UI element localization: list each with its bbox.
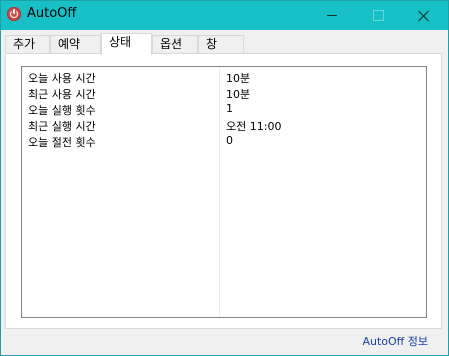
status-list[interactable]: 오늘 사용 시간 10분 최근 사용 시간 10분 오늘 실행 횟수 1 최근 … [21, 66, 427, 318]
status-label: 최근 실행 시간 [28, 120, 96, 133]
tab-schedule[interactable]: 예약 [50, 35, 101, 54]
about-link[interactable]: AutoOff 정보 [362, 333, 428, 349]
tab-status[interactable]: 상태 [101, 33, 152, 55]
status-panel: 오늘 사용 시간 10분 최근 사용 시간 10분 오늘 실행 횟수 1 최근 … [5, 53, 442, 329]
close-icon [418, 10, 430, 22]
status-value: 오전 11:00 [226, 120, 282, 133]
list-item[interactable]: 최근 실행 시간 오전 11:00 [22, 118, 426, 134]
status-label: 오늘 실행 횟수 [28, 104, 96, 117]
maximize-icon [372, 10, 384, 21]
power-icon [7, 7, 21, 21]
tab-window[interactable]: 창 [198, 35, 244, 54]
status-label: 오늘 사용 시간 [28, 72, 96, 85]
list-item[interactable]: 오늘 사용 시간 10분 [22, 70, 426, 86]
tab-add[interactable]: 추가 [5, 35, 50, 54]
status-value: 0 [226, 134, 233, 147]
list-item[interactable]: 오늘 실행 횟수 1 [22, 102, 426, 118]
window-title: AutoOff [27, 6, 77, 21]
status-label: 최근 사용 시간 [28, 88, 96, 101]
status-value: 10분 [226, 88, 251, 101]
tab-strip: 추가 예약 상태 옵션 창 [5, 33, 445, 55]
close-button[interactable] [401, 1, 447, 30]
minimize-button[interactable] [309, 1, 355, 30]
title-bar[interactable]: AutoOff [1, 1, 448, 30]
list-item[interactable]: 최근 사용 시간 10분 [22, 86, 426, 102]
minimize-icon [327, 15, 337, 16]
maximize-button[interactable] [355, 1, 401, 30]
status-value: 1 [226, 102, 233, 115]
list-item[interactable]: 오늘 절전 횟수 0 [22, 134, 426, 150]
status-label: 오늘 절전 횟수 [28, 136, 96, 149]
app-window: AutoOff 추가 예약 상태 옵션 창 오늘 사용 시간 10분 최근 사용… [0, 0, 449, 356]
status-value: 10분 [226, 72, 251, 85]
tab-options[interactable]: 옵션 [152, 35, 198, 54]
